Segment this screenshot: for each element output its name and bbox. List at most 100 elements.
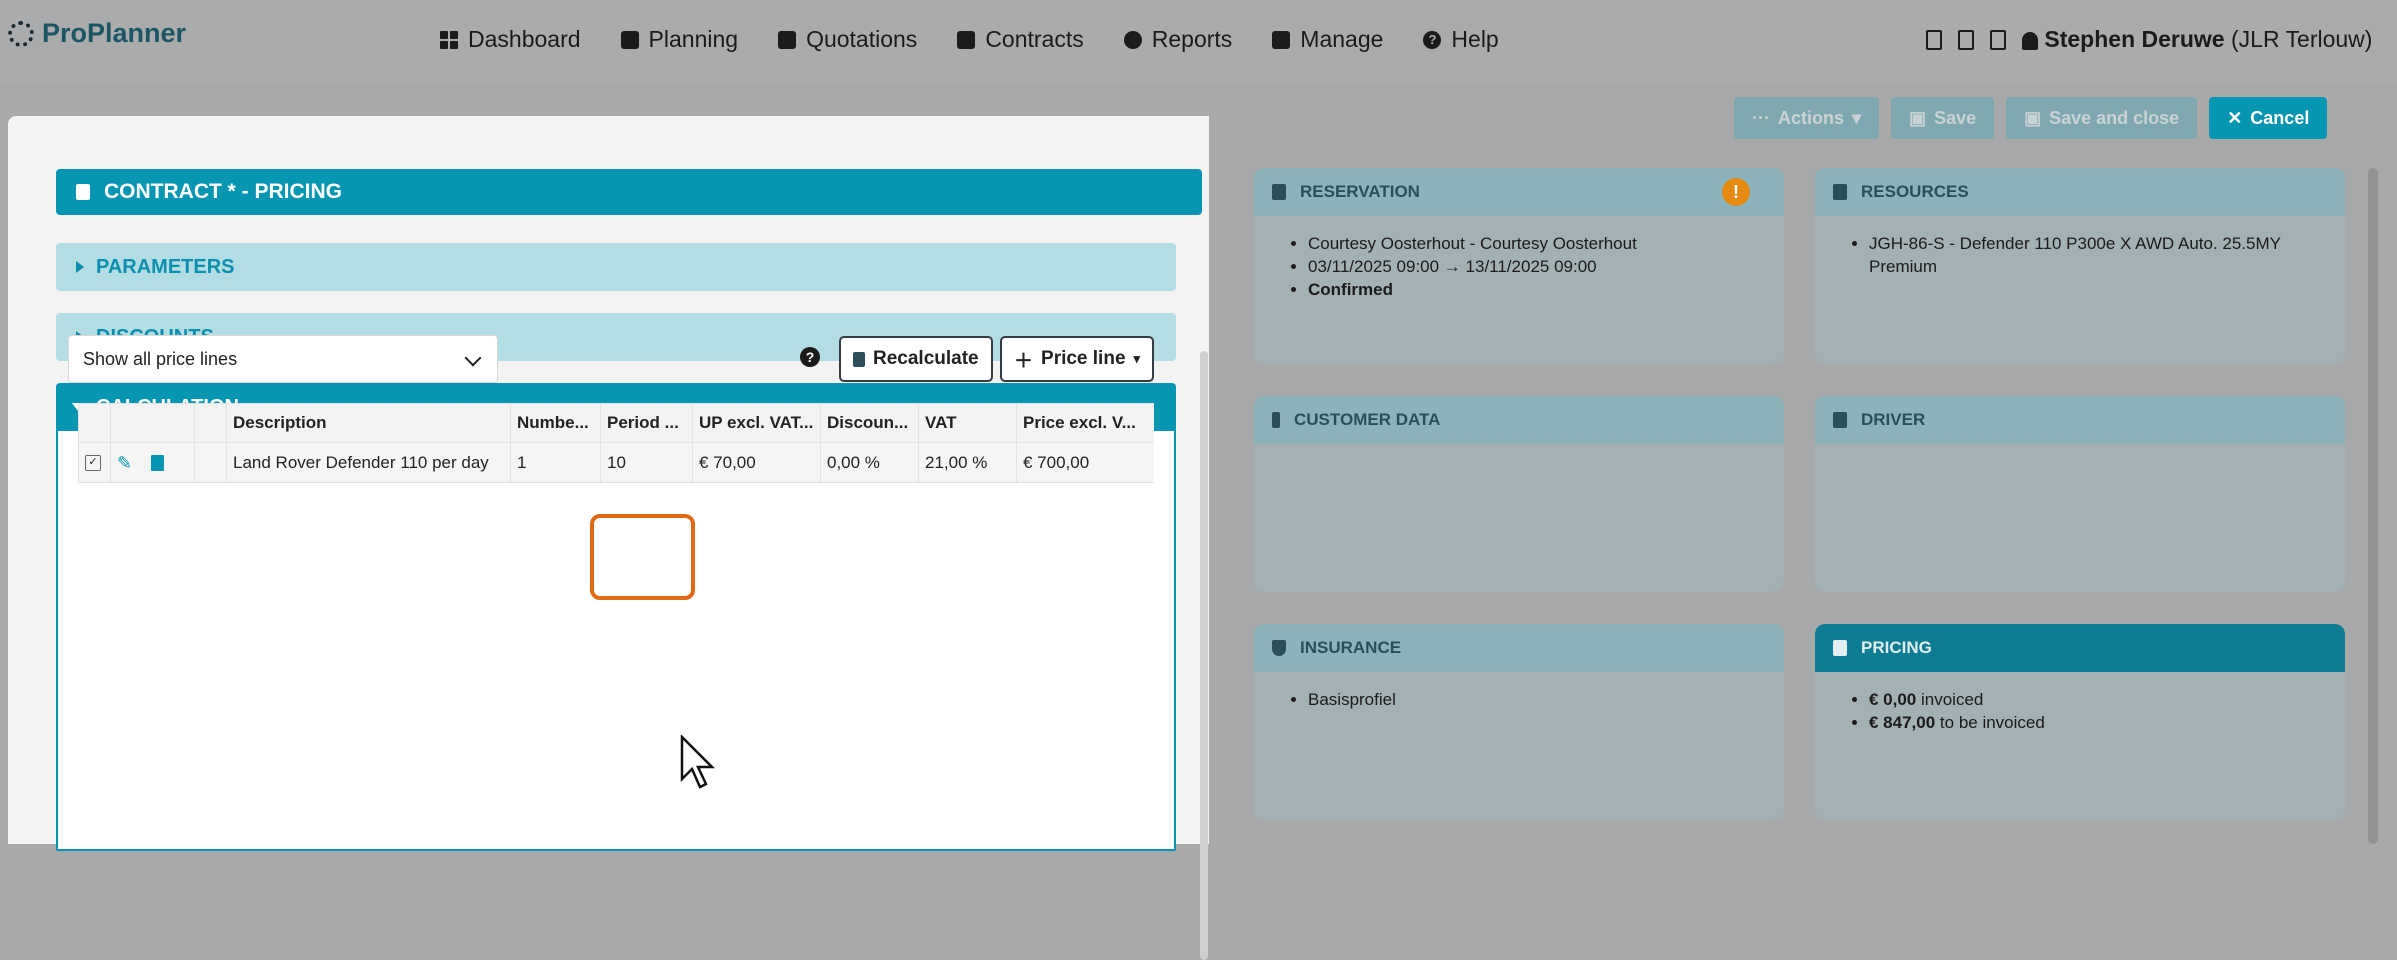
- nav-contracts[interactable]: Contracts: [957, 26, 1084, 53]
- reservation-card-header: RESERVATION: [1254, 168, 1784, 216]
- calculation-panel: [56, 431, 1176, 851]
- table-row[interactable]: ✓ ✎ Land Rover Defender 110 per day 1 10…: [78, 443, 1154, 483]
- nav-label: Contracts: [985, 26, 1084, 52]
- pricing-invoiced: € 0,00 invoiced: [1869, 688, 2345, 711]
- row-checkbox[interactable]: ✓: [85, 454, 101, 471]
- chevron-down-icon: [464, 349, 482, 367]
- caret-right-icon: [76, 261, 84, 273]
- cell-up-excl-vat[interactable]: € 70,00: [692, 443, 820, 482]
- column-price-excl-vat[interactable]: Price excl. V...: [1016, 404, 1154, 442]
- row-spacer: [194, 443, 226, 482]
- parameters-label: PARAMETERS: [96, 255, 235, 278]
- action-toolbar: ··· Actions ▾ ▣ Save ▣ Save and close ✕ Cance…: [1734, 97, 2328, 139]
- price-lines-filter-select[interactable]: Show all price lines: [68, 335, 498, 383]
- reservation-card[interactable]: RESERVATION ! Courtesy Oosterhout - Cour…: [1254, 168, 1784, 364]
- customer-card-header: CUSTOMER DATA: [1254, 396, 1784, 444]
- nav-label: Dashboard: [468, 26, 581, 52]
- table-header: Description Numbe... Period ... UP excl.…: [78, 403, 1154, 443]
- insurance-card[interactable]: INSURANCE Basisprofiel: [1254, 624, 1784, 820]
- nav-label: Reports: [1151, 26, 1233, 52]
- save-button[interactable]: ▣ Save: [1891, 97, 1995, 139]
- cell-number[interactable]: 1: [510, 443, 600, 482]
- file-clock-icon[interactable]: [1958, 29, 1974, 50]
- to-be-invoiced-label: to be invoiced: [1939, 713, 2045, 732]
- help-icon[interactable]: ?: [800, 347, 820, 367]
- clipboard-icon[interactable]: [1926, 29, 1942, 50]
- row-select-cell: ✓: [78, 443, 110, 482]
- user-org: (JLR Terlouw): [2231, 26, 2373, 52]
- column-description[interactable]: Description: [226, 404, 510, 442]
- reservation-location: Courtesy Oosterhout - Courtesy Oosterhou…: [1308, 232, 1784, 255]
- cancel-button[interactable]: ✕ Cancel: [2209, 97, 2328, 139]
- pencil-icon[interactable]: ✎: [117, 454, 133, 472]
- logo-text: ProPlanner: [42, 18, 187, 48]
- nav-label: Manage: [1300, 26, 1384, 52]
- app-logo[interactable]: ProPlanner: [8, 18, 186, 49]
- column-number[interactable]: Numbe...: [510, 404, 600, 442]
- recalculate-button[interactable]: Recalculate: [839, 336, 993, 382]
- nav-reports[interactable]: Reports: [1123, 26, 1233, 53]
- actions-button[interactable]: ··· Actions ▾: [1734, 97, 1880, 139]
- cell-description[interactable]: Land Rover Defender 110 per day: [226, 443, 510, 482]
- save-label: Save: [1934, 107, 1977, 128]
- megaphone-icon[interactable]: [1990, 29, 2006, 50]
- cell-vat[interactable]: 21,00 %: [918, 443, 1016, 482]
- to-be-invoiced-amount: € 847,00: [1869, 713, 1936, 732]
- cell-discount[interactable]: 0,00 %: [820, 443, 918, 482]
- reservation-details: Courtesy Oosterhout - Courtesy Oosterhou…: [1254, 232, 1784, 301]
- pie-chart-icon: [1123, 30, 1142, 49]
- save-and-close-button[interactable]: ▣ Save and close: [2006, 97, 2198, 139]
- driver-card[interactable]: DRIVER: [1815, 396, 2345, 592]
- parameters-section[interactable]: PARAMETERS: [56, 243, 1176, 291]
- insurance-card-header: INSURANCE: [1254, 624, 1784, 672]
- recalculate-label: Recalculate: [873, 348, 979, 369]
- column-discount[interactable]: Discoun...: [820, 404, 918, 442]
- nav-dashboard[interactable]: Dashboard: [440, 26, 581, 53]
- cell-price-excl-vat[interactable]: € 700,00: [1016, 443, 1154, 482]
- nav-quotations[interactable]: Quotations: [778, 26, 917, 53]
- pricing-to-be-invoiced: € 847,00 to be invoiced: [1869, 711, 2345, 734]
- column-period[interactable]: Period ...: [600, 404, 692, 442]
- cell-period[interactable]: 10: [600, 443, 692, 482]
- nav-manage[interactable]: Manage: [1272, 26, 1383, 53]
- page-scrollbar[interactable]: [2368, 168, 2378, 844]
- driver-card-header: DRIVER: [1815, 396, 2345, 444]
- save-close-label: Save and close: [2049, 107, 2180, 128]
- customer-data-card[interactable]: CUSTOMER DATA: [1254, 396, 1784, 592]
- user-icon: [2022, 31, 2038, 50]
- pricing-title: PRICING: [1861, 638, 1932, 657]
- column-vat[interactable]: VAT: [918, 404, 1016, 442]
- nav-help[interactable]: ? Help: [1423, 26, 1499, 53]
- calendar-icon: [620, 30, 639, 49]
- steering-wheel-icon: [1833, 412, 1847, 428]
- main-nav: Dashboard Planning Quotations Contracts …: [440, 26, 1499, 53]
- nav-label: Quotations: [806, 26, 918, 52]
- resource-vehicle: JGH-86-S - Defender 110 P300e X AWD Auto…: [1869, 232, 2345, 278]
- modal-title: CONTRACT * - PRICING: [104, 180, 342, 203]
- column-up-excl-vat[interactable]: UP excl. VAT...: [692, 404, 820, 442]
- floppy-icon: ▣: [1909, 107, 1927, 128]
- pricing-card-header: PRICING: [1815, 624, 2345, 672]
- header-spacer: [194, 404, 226, 442]
- nav-planning[interactable]: Planning: [620, 26, 739, 53]
- nav-label: Planning: [648, 26, 739, 52]
- dots-icon: ···: [1752, 107, 1770, 128]
- resources-card[interactable]: RESOURCES JGH-86-S - Defender 110 P300e …: [1815, 168, 2345, 364]
- person-icon: [1272, 412, 1280, 428]
- add-price-line-button[interactable]: ＋ Price line ▾: [1000, 336, 1155, 382]
- actions-label: Actions: [1777, 107, 1844, 128]
- user-name: Stephen Deruwe: [2044, 26, 2225, 52]
- pricing-card[interactable]: PRICING € 0,00 invoiced € 847,00 to be i…: [1815, 624, 2345, 820]
- insurance-title: INSURANCE: [1300, 638, 1402, 657]
- pricing-details: € 0,00 invoiced € 847,00 to be invoiced: [1815, 688, 2345, 734]
- warning-icon[interactable]: !: [1722, 178, 1750, 206]
- trash-icon[interactable]: [151, 454, 164, 471]
- modal-scrollbar[interactable]: [1200, 351, 1208, 960]
- user-area: Stephen Deruwe (JLR Terlouw): [1926, 26, 2372, 53]
- shield-icon: [1272, 640, 1286, 656]
- help-circle-icon: ?: [1423, 30, 1442, 49]
- insurance-details: Basisprofiel: [1254, 688, 1784, 711]
- user-menu[interactable]: Stephen Deruwe (JLR Terlouw): [2022, 26, 2372, 53]
- price-lines-table: Description Numbe... Period ... UP excl.…: [78, 403, 1154, 483]
- reservation-period: 03/11/2025 09:00 → 13/11/2025 09:00: [1308, 255, 1784, 278]
